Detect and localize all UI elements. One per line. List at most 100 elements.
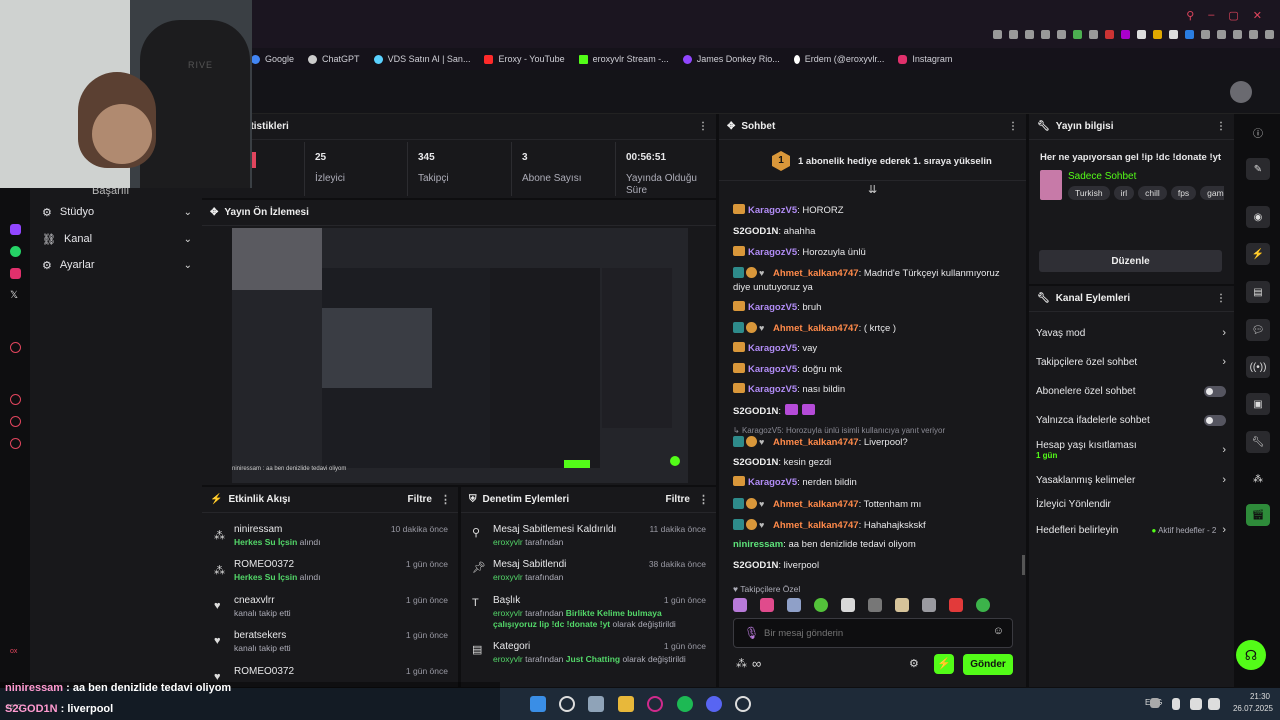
chat-username[interactable]: S2GOD1N (733, 226, 778, 237)
discord-icon[interactable] (706, 696, 722, 712)
emoji-icon[interactable]: ☺ (993, 625, 1004, 637)
host-row[interactable]: İzleyici Yönlendir (1036, 499, 1226, 510)
bookmark-twitch[interactable]: James Donkey Rio... (682, 54, 780, 64)
emote-icon[interactable] (760, 598, 774, 612)
wrench-icon[interactable]: 🔧︎ (1246, 431, 1270, 453)
screenshot-icon[interactable] (1009, 30, 1018, 39)
bookmark-instagram[interactable]: Instagram (898, 54, 952, 64)
emote-only-toggle[interactable] (1204, 415, 1226, 426)
extension-icon[interactable] (1153, 30, 1162, 39)
more-icon[interactable]: ⋮ (698, 121, 708, 132)
wifi-icon[interactable] (1190, 698, 1202, 710)
layout-icon[interactable]: ▣ (1246, 393, 1270, 415)
search-icon[interactable]: ⚲ (1186, 9, 1194, 22)
chat-username[interactable]: Ahmet_kalkan4747 (773, 323, 859, 334)
chat-message[interactable]: KaragozV5: Horozuyla ünlü (733, 246, 1018, 260)
chat-username[interactable]: niniressam (733, 539, 783, 550)
channel-points-icon[interactable]: ⁂ (736, 657, 747, 670)
chat-username[interactable]: Ahmet_kalkan4747 (773, 499, 859, 510)
chat-icon[interactable] (10, 416, 21, 427)
task-view-icon[interactable] (588, 696, 604, 712)
window-controls[interactable]: ⚲ – ▢ ✕ (1186, 9, 1262, 22)
slow-mode-row[interactable]: Yavaş mod › (1036, 327, 1226, 339)
bookmark-chatgpt[interactable]: ChatGPT (308, 54, 360, 64)
search-icon[interactable] (559, 696, 575, 712)
chat-message[interactable]: S2GOD1N: (733, 404, 1018, 419)
clock-time[interactable]: 21:30 (1240, 692, 1270, 701)
bookmark-google[interactable]: Google (251, 54, 294, 64)
pencil-icon[interactable]: ✎ (1246, 158, 1270, 180)
edit-icon[interactable] (1249, 30, 1258, 39)
play-icon[interactable] (1041, 30, 1050, 39)
emote-icon[interactable] (841, 598, 855, 612)
minimize-icon[interactable]: – (1208, 9, 1214, 22)
chat-message[interactable]: KaragozV5: nası bildin (733, 383, 1018, 397)
lightning-icon[interactable]: ⚡ (1246, 243, 1270, 265)
emote-icon[interactable] (868, 598, 882, 612)
support-icon[interactable]: ☊ (1236, 640, 1266, 670)
download-icon[interactable] (1073, 30, 1082, 39)
extension-icon[interactable] (1185, 30, 1194, 39)
chat-username[interactable]: KaragozV5 (748, 477, 797, 488)
broadcast-icon[interactable]: ((•)) (1246, 356, 1270, 378)
opera-gx-icon[interactable] (647, 696, 663, 712)
chat-username[interactable]: Ahmet_kalkan4747 (773, 520, 859, 531)
chat-username[interactable]: S2GOD1N (733, 560, 778, 571)
microphone-icon[interactable]: 🎙︎ (744, 626, 759, 640)
clapper-icon[interactable]: 🎬︎ (1246, 504, 1270, 526)
share-icon[interactable] (1217, 30, 1226, 39)
chat-input[interactable] (764, 625, 984, 641)
info-icon[interactable]: ⓘ (1246, 121, 1270, 143)
followers-chat-row[interactable]: Takipçilere özel sohbet › (1036, 356, 1226, 368)
sidebar-item-studio[interactable]: ⚙ Stüdyo ⌄ (42, 201, 192, 223)
chat-message[interactable]: ♥ Ahmet_kalkan4747: Madrid'e Türkçeyi kul… (733, 266, 1018, 295)
chat-message[interactable]: ♥ Ahmet_kalkan4747: Hahahajkskskf (733, 518, 1018, 533)
bookmark-kick[interactable]: eroxyvlr Stream -... (578, 54, 669, 64)
chat-message[interactable]: KaragozV5: nerden bildin (733, 476, 1018, 490)
puzzle-icon[interactable] (1201, 30, 1210, 39)
chat-message[interactable]: S2GOD1N: liverpool (733, 559, 1018, 573)
chat-username[interactable]: KaragozV5 (748, 247, 797, 258)
obs-icon[interactable] (735, 696, 751, 712)
chat-message[interactable]: S2GOD1N: ahahha (733, 225, 1018, 239)
bookmark-tiktok[interactable]: Erdem (@eroxyvlr... (793, 54, 884, 64)
scroll-down-icon[interactable]: ⇊ (868, 183, 877, 196)
tag[interactable]: fps (1170, 186, 1197, 200)
emote-icon[interactable] (949, 598, 963, 612)
whatsapp-icon[interactable] (10, 246, 21, 257)
chat-message[interactable]: KaragozV5: bruh (733, 301, 1018, 315)
chat-message[interactable]: KaragozV5: HORORZ (733, 204, 1018, 218)
volume-icon[interactable] (1208, 698, 1220, 710)
instagram-icon[interactable] (10, 268, 21, 279)
close-icon[interactable]: ✕ (1253, 9, 1262, 22)
record-icon[interactable] (10, 342, 21, 353)
bot-icon[interactable]: ⚡ (934, 654, 954, 674)
chat-message[interactable]: ♥ Ahmet_kalkan4747: Tottenham mı (733, 497, 1018, 512)
chat-username[interactable]: KaragozV5 (748, 384, 797, 395)
more-icon[interactable]: ⋮ (1216, 293, 1226, 304)
extension-icon[interactable] (1089, 30, 1098, 39)
chat-username[interactable]: Ahmet_kalkan4747 (773, 268, 859, 279)
block-icon[interactable] (1025, 30, 1034, 39)
emote-icon[interactable] (814, 598, 828, 612)
chat-username[interactable]: Ahmet_kalkan4747 (773, 437, 859, 448)
maximize-icon[interactable]: ▢ (1228, 9, 1238, 22)
send-button[interactable]: Gönder (963, 654, 1013, 675)
avatar[interactable] (1230, 81, 1252, 103)
heart-icon[interactable] (1057, 30, 1066, 39)
extension-icon[interactable] (1121, 30, 1130, 39)
bookmark-youtube[interactable]: Eroxy - YouTube (484, 54, 565, 64)
chat-message[interactable]: ♥ Ahmet_kalkan4747: Liverpool? (733, 435, 1018, 450)
extension-icon[interactable] (1169, 30, 1178, 39)
chat-message[interactable]: ♥ Ahmet_kalkan4747: ( krtçe ) (733, 321, 1018, 336)
sidebar-item-settings[interactable]: ⚙ Ayarlar ⌄ (42, 254, 192, 276)
chat-username[interactable]: KaragozV5 (748, 364, 797, 375)
pin-icon[interactable] (993, 30, 1002, 39)
windows-start-icon[interactable] (530, 696, 546, 712)
stream-preview[interactable]: niniressam : aa ben denizlide tedavi oli… (232, 228, 688, 483)
bookmark-vds[interactable]: VDS Satın Al | San... (373, 54, 470, 64)
settings-icon[interactable] (10, 438, 21, 449)
clock-date[interactable]: 26.07.2025 (1225, 704, 1273, 713)
tag[interactable]: gamir (1200, 186, 1224, 200)
x-icon[interactable]: 𝕏 (10, 290, 21, 301)
